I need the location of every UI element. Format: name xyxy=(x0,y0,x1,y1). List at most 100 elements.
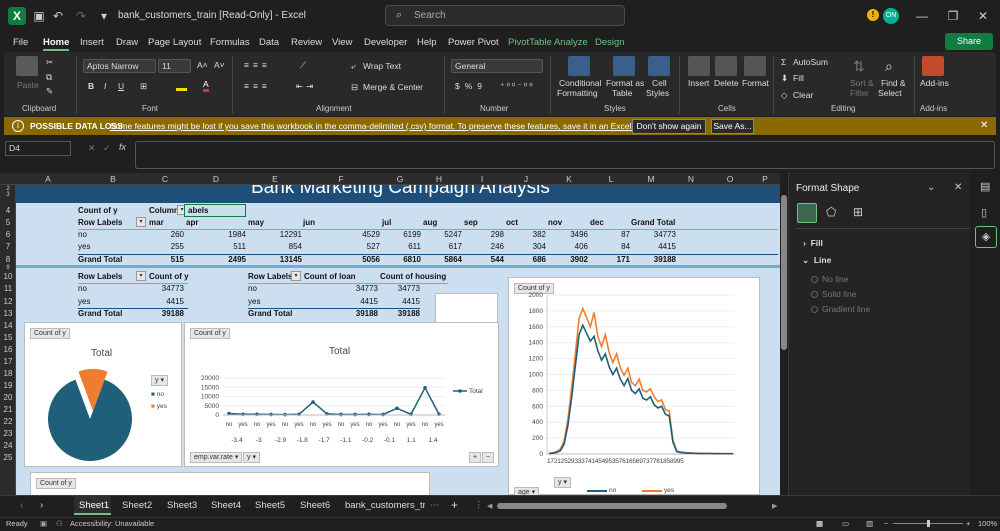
tabs-options-icon[interactable]: ⋮ xyxy=(474,500,484,511)
expand-field-button[interactable]: + xyxy=(469,452,482,463)
row-header[interactable]: 11 xyxy=(0,284,16,293)
tab-pivottable-analyze[interactable]: PivotTable Analyze xyxy=(508,37,588,48)
pane-close-icon[interactable]: ✕ xyxy=(954,182,962,193)
size-properties-icon[interactable]: ⊞ xyxy=(853,205,863,219)
row-header[interactable]: 21 xyxy=(0,405,16,414)
autosum-icon[interactable]: Σ xyxy=(781,57,786,67)
vertical-align-icons[interactable]: ≡≡≡ xyxy=(244,60,271,70)
sheet-tab-sheet3[interactable]: Sheet3 xyxy=(167,500,197,511)
macro-record-icon[interactable]: ▣ xyxy=(40,519,47,528)
legend-field-button[interactable]: y ▾ xyxy=(151,375,168,386)
format-cells-button[interactable]: Format xyxy=(742,78,769,88)
row-header[interactable]: 15 xyxy=(0,333,16,342)
row-header[interactable]: 13 xyxy=(0,309,16,318)
font-name-select[interactable]: Aptos Narrow xyxy=(83,59,156,73)
conditional-formatting-button[interactable]: Conditional xyxy=(559,78,602,88)
row-header[interactable]: 23 xyxy=(0,429,16,438)
filter-dropdown-icon[interactable]: ▾ xyxy=(291,271,301,281)
number-format-select[interactable]: General xyxy=(451,59,543,73)
horizontal-align-icons[interactable]: ≡≡≡ xyxy=(244,81,271,91)
addins-icon[interactable] xyxy=(922,56,944,76)
fill-button[interactable]: Fill xyxy=(793,73,804,83)
zoom-slider-thumb[interactable] xyxy=(927,520,930,527)
row-header[interactable]: 17 xyxy=(0,357,16,366)
cell-styles-icon[interactable] xyxy=(648,56,670,76)
chart-field-button[interactable]: Count of y xyxy=(36,478,76,489)
copy-icon[interactable]: ⧉ xyxy=(46,72,52,83)
row-header[interactable]: 3 xyxy=(0,192,16,198)
row-header[interactable]: 9 xyxy=(0,265,16,271)
bold-button[interactable]: B xyxy=(88,81,94,91)
pivot3-row-labels[interactable]: Row Labels xyxy=(248,272,292,281)
pivot2-row-labels[interactable]: Row Labels xyxy=(78,272,122,281)
sheet-tab-sheet1[interactable]: Sheet1 xyxy=(79,500,109,511)
tab-data[interactable]: Data xyxy=(259,37,279,48)
conditional-formatting-button-line2[interactable]: Formatting xyxy=(557,88,598,98)
zoom-level[interactable]: 100% xyxy=(978,519,997,528)
column-header[interactable]: O xyxy=(710,173,750,185)
sidebar-panel-icon[interactable]: ▤ xyxy=(980,180,990,193)
column-header[interactable]: P xyxy=(750,173,780,185)
row-header[interactable]: 18 xyxy=(0,369,16,378)
cancel-icon[interactable]: ✕ xyxy=(88,143,96,154)
insert-cells-icon[interactable] xyxy=(688,56,710,76)
line-section-toggle[interactable]: ⌄ Line xyxy=(802,255,831,266)
decimal-icons[interactable]: ⁺⁰⁰⁻⁰⁰ xyxy=(500,81,535,92)
no-line-radio[interactable] xyxy=(811,276,818,283)
share-button[interactable]: Share xyxy=(945,33,993,50)
sheet-tab-sheet5[interactable]: Sheet5 xyxy=(255,500,285,511)
bottom-chart[interactable]: Count of y xyxy=(30,472,430,495)
save-as-button[interactable]: Save As... xyxy=(711,119,754,134)
format-as-table-button[interactable]: Format as xyxy=(606,78,644,88)
tab-file[interactable]: File xyxy=(13,37,28,48)
column-header[interactable]: N xyxy=(672,173,710,185)
hscroll-right-icon[interactable]: ▶ xyxy=(772,502,777,510)
tab-formulas[interactable]: Formulas xyxy=(210,37,250,48)
row-header[interactable]: 19 xyxy=(0,381,16,390)
paste-icon[interactable] xyxy=(16,56,38,76)
vertical-scroll-thumb[interactable] xyxy=(781,195,787,350)
scroll-tabs-right-icon[interactable]: › xyxy=(40,500,43,511)
column-header[interactable]: A xyxy=(16,173,80,185)
indent-icons[interactable]: ⇤⇥ xyxy=(296,81,316,92)
save-icon[interactable]: ▣ xyxy=(31,8,47,24)
format-as-table-line2[interactable]: Table xyxy=(612,88,632,98)
insert-cells-button[interactable]: Insert xyxy=(688,78,709,88)
sheet-tab-sheet2[interactable]: Sheet2 xyxy=(122,500,152,511)
tab-draw[interactable]: Draw xyxy=(116,37,138,48)
cell-styles-button[interactable]: Cell xyxy=(652,78,667,88)
filter-dropdown-icon[interactable]: ▾ xyxy=(136,217,146,227)
fill-section-toggle[interactable]: › Fill xyxy=(803,238,823,248)
row-header[interactable]: 8 xyxy=(0,255,16,264)
paste-button[interactable]: Paste xyxy=(17,80,39,90)
column-header[interactable]: J xyxy=(506,173,546,185)
column-header[interactable]: C xyxy=(146,173,184,185)
merge-center-button[interactable]: Merge & Center xyxy=(363,82,423,92)
effects-icon[interactable]: ⬠ xyxy=(826,205,836,219)
sheet-tabs-more-icon[interactable]: ⋯ xyxy=(430,500,440,511)
column-header[interactable]: M xyxy=(630,173,672,185)
axis-field-button[interactable]: y ▾ xyxy=(243,452,260,463)
tab-help[interactable]: Help xyxy=(417,37,437,48)
add-sheet-icon[interactable]: + xyxy=(451,498,458,512)
sort-filter-button[interactable]: Sort & xyxy=(850,78,874,88)
font-color-icon[interactable]: A xyxy=(203,80,209,92)
zoom-in-icon[interactable]: + xyxy=(966,519,970,528)
sheet-tab-bank-customers[interactable]: bank_customers_tra xyxy=(345,500,425,511)
chart-field-button[interactable]: Count of y xyxy=(30,328,70,339)
tab-developer[interactable]: Developer xyxy=(364,37,407,48)
number-format-icons[interactable]: $%9 xyxy=(455,81,487,91)
tab-design[interactable]: Design xyxy=(595,37,625,48)
find-icon[interactable]: ⌕ xyxy=(885,58,893,75)
row-header[interactable]: 16 xyxy=(0,345,16,354)
collapse-field-button[interactable]: − xyxy=(482,452,495,463)
row-header[interactable]: 6 xyxy=(0,230,16,239)
merge-icon[interactable]: ⊟ xyxy=(351,82,358,93)
find-select-line2[interactable]: Select xyxy=(878,88,902,98)
close-icon[interactable]: ✕ xyxy=(968,6,998,26)
dont-show-again-button[interactable]: Don't show again xyxy=(632,119,706,134)
fill-color-icon[interactable] xyxy=(176,82,187,91)
customize-qat-icon[interactable]: ▾ xyxy=(96,8,112,24)
row-header[interactable]: 10 xyxy=(0,272,16,281)
pivot1-row-labels[interactable]: Row Labels xyxy=(78,218,122,227)
